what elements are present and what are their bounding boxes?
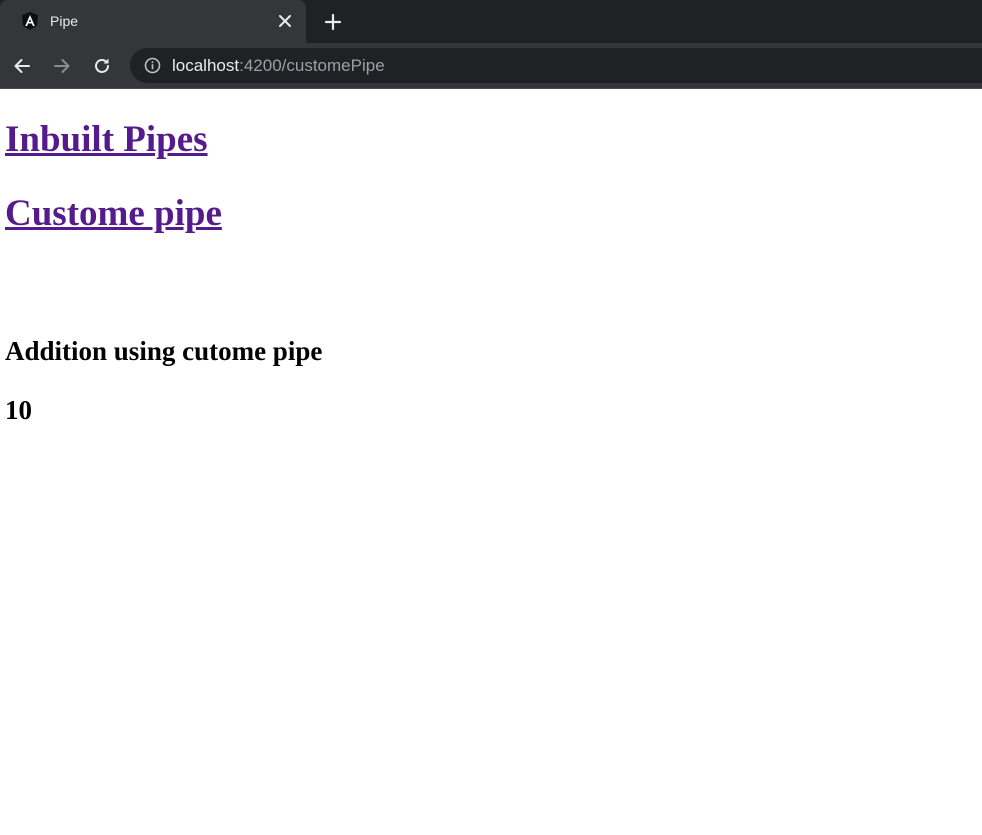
tab-pipe[interactable]: Pipe xyxy=(0,0,306,43)
address-bar[interactable]: localhost:4200/customePipe xyxy=(130,48,982,83)
info-icon[interactable] xyxy=(144,57,161,74)
browser-window: Pipe localhost:4200/customePipe Inbuilt … xyxy=(0,0,982,835)
plus-icon[interactable] xyxy=(320,9,346,35)
close-icon[interactable] xyxy=(275,11,295,31)
url-host: localhost xyxy=(172,56,240,75)
link-inbuilt-pipes[interactable]: Inbuilt Pipes xyxy=(5,118,208,162)
url-path: :4200/customePipe xyxy=(239,56,385,75)
result-value: 10 xyxy=(5,395,32,425)
link-custome-pipe[interactable]: Custome pipe xyxy=(5,192,222,236)
arrow-right-icon[interactable] xyxy=(49,53,75,79)
arrow-left-icon[interactable] xyxy=(9,53,35,79)
url-text[interactable]: localhost:4200/customePipe xyxy=(172,56,385,76)
reload-icon[interactable] xyxy=(89,53,115,79)
page-content: Inbuilt Pipes Custome pipe Addition usin… xyxy=(0,89,982,835)
browser-toolbar: localhost:4200/customePipe xyxy=(0,43,982,89)
angular-icon xyxy=(20,11,40,31)
tab-strip: Pipe xyxy=(0,0,982,43)
tab-title: Pipe xyxy=(50,13,79,29)
addition-heading: Addition using cutome pipe xyxy=(5,336,323,366)
